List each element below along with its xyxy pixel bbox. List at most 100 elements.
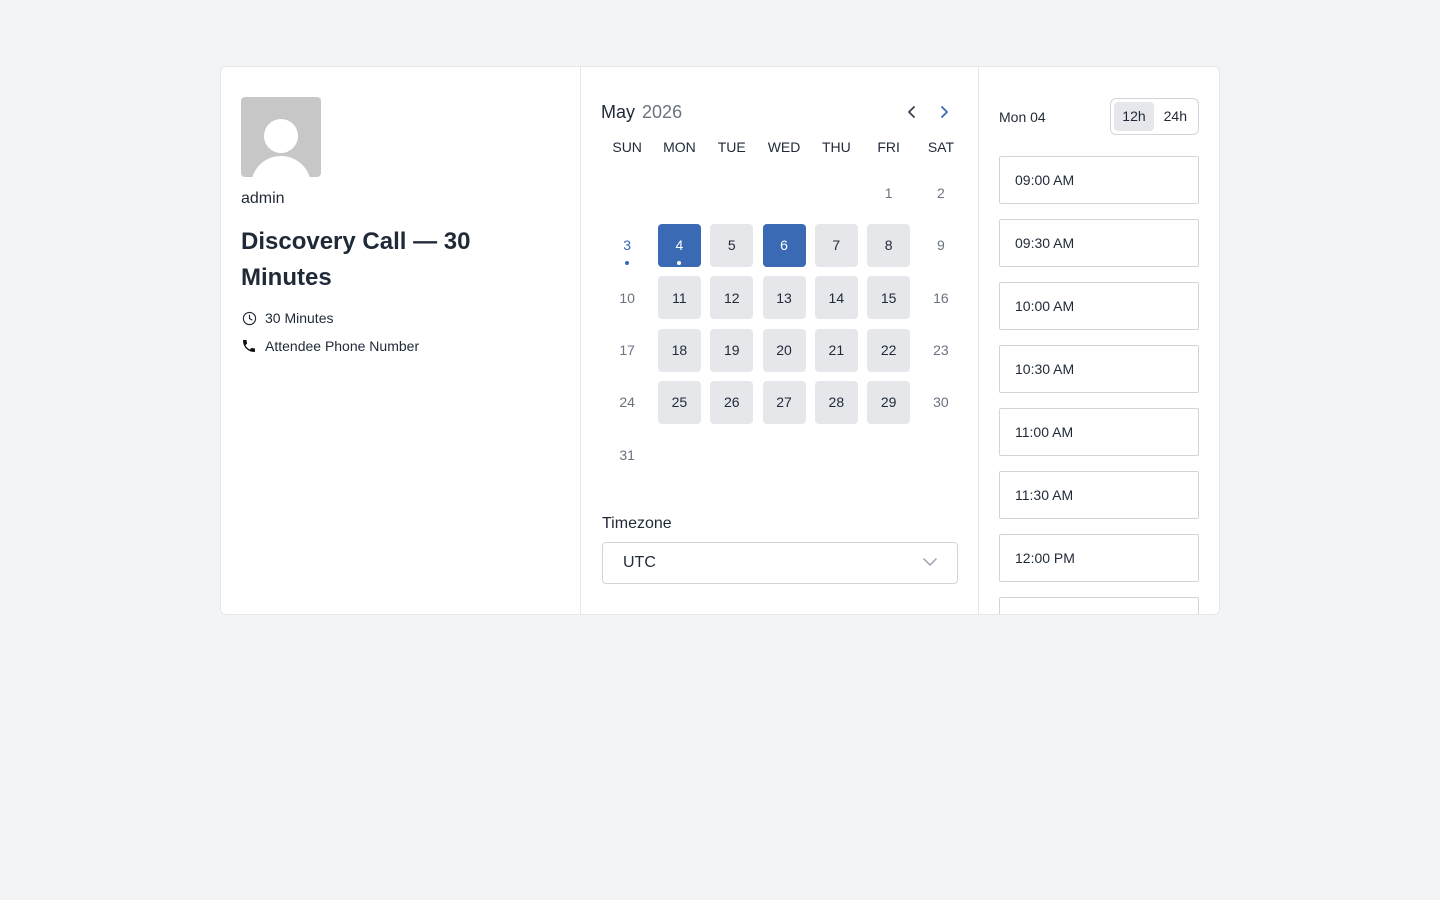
- month-header: May 2026: [601, 101, 958, 123]
- calendar-day: 2: [915, 167, 967, 219]
- calendar-day[interactable]: 13: [758, 272, 810, 324]
- calendar-day-number: 21: [814, 328, 858, 372]
- calendar-day-number: 27: [762, 380, 806, 424]
- phone-icon: [241, 338, 257, 354]
- calendar-day[interactable]: 8: [862, 219, 914, 271]
- calendar-day[interactable]: 7: [810, 219, 862, 271]
- empty-day-cell: [758, 167, 810, 219]
- empty-day-cell: [653, 167, 705, 219]
- calendar-day[interactable]: 11: [653, 272, 705, 324]
- calendar-day[interactable]: 25: [653, 376, 705, 428]
- month-name: May: [601, 101, 636, 122]
- empty-day-cell: [706, 167, 758, 219]
- calendar-day-number: 2: [937, 185, 945, 202]
- time-slot-button[interactable]: 10:00 AM: [999, 282, 1199, 330]
- calendar-day[interactable]: 29: [862, 376, 914, 428]
- calendar-day-number: 19: [710, 328, 754, 372]
- clock-icon: [241, 310, 257, 326]
- calendar-day[interactable]: 12: [706, 272, 758, 324]
- month-nav: [902, 102, 954, 122]
- avatar: [241, 97, 321, 177]
- calendar-day[interactable]: 14: [810, 272, 862, 324]
- calendar-day-number: 15: [867, 276, 911, 320]
- calendar-day-number: 16: [933, 289, 949, 306]
- calendar-day-number: 18: [657, 328, 701, 372]
- time-slots-panel: Mon 04 12h 24h 09:00 AM 09:30 AM 10:00 AM 1…: [979, 67, 1219, 614]
- time-slot-button[interactable]: 12:30 PM: [999, 597, 1199, 614]
- time-slot-button[interactable]: 11:00 AM: [999, 408, 1199, 456]
- month-year: 2026: [642, 101, 683, 122]
- time-slot-button[interactable]: 09:30 AM: [999, 219, 1199, 267]
- weekday-label: TUE: [717, 139, 746, 155]
- calendar-day-number: 7: [814, 223, 858, 267]
- calendar-day-number: 23: [933, 342, 949, 359]
- time-slot-button[interactable]: 11:30 AM: [999, 471, 1199, 519]
- calendar-day: 10: [601, 272, 653, 324]
- calendar-day-number: 13: [762, 276, 806, 320]
- calendar-day[interactable]: 6: [758, 219, 810, 271]
- day-indicator-dot: [625, 260, 630, 265]
- calendar-day: 3: [601, 219, 653, 271]
- time-slot-button[interactable]: 10:30 AM: [999, 345, 1199, 393]
- calendar-day-number: 17: [619, 342, 635, 359]
- weekday-label: THU: [821, 139, 851, 155]
- selected-date: Mon 04: [999, 108, 1046, 125]
- calendar-day-number: 4: [657, 223, 701, 267]
- empty-day-cell: [810, 167, 862, 219]
- calendar-day[interactable]: 15: [862, 272, 914, 324]
- days-grid: 1 2 3 4 5 6 7 8 9 10 11 12 13 14 15 16 17 18 19 20 21 22 23 24 2…: [601, 167, 958, 481]
- timezone-label: Timezone: [602, 515, 672, 532]
- weekday-header: SUN MON TUE WED THU FRI SAT: [601, 137, 958, 157]
- weekday-label: SUN: [612, 139, 642, 155]
- event-title: Discovery Call — 30 Minutes: [241, 228, 471, 291]
- calendar-day[interactable]: 27: [758, 376, 810, 428]
- weekday-label: SAT: [927, 139, 955, 155]
- month-label: May 2026: [601, 102, 682, 123]
- calendar-day[interactable]: 19: [706, 324, 758, 376]
- time-format-toggle: 12h 24h: [1110, 98, 1199, 135]
- calendar-day: 9: [915, 219, 967, 271]
- duration-row: 30 Minutes: [241, 310, 560, 326]
- calendar-day[interactable]: 28: [810, 376, 862, 428]
- event-info-panel: admin Discovery Call — 30 Minutes 30 Min…: [221, 67, 581, 614]
- chevron-left-icon[interactable]: [902, 102, 922, 122]
- calendar-day[interactable]: 18: [653, 324, 705, 376]
- calendar-day-number: 20: [762, 328, 806, 372]
- format-24h-button[interactable]: 24h: [1156, 102, 1195, 131]
- weekday-label: WED: [767, 139, 801, 155]
- calendar-day-number: 29: [867, 380, 911, 424]
- calendar-day-number: 22: [867, 328, 911, 372]
- time-slot-button[interactable]: 09:00 AM: [999, 156, 1199, 204]
- calendar-day-number: 1: [884, 185, 893, 202]
- calendar-day: 23: [915, 324, 967, 376]
- calendar-day[interactable]: 20: [758, 324, 810, 376]
- avatar-body-shape: [251, 156, 311, 177]
- time-slot-button[interactable]: 12:00 PM: [999, 534, 1199, 582]
- location-text: Attendee Phone Number: [265, 338, 420, 354]
- calendar-day[interactable]: 21: [810, 324, 862, 376]
- timezone-select[interactable]: UTC: [602, 542, 958, 584]
- calendar-day-number: 9: [937, 237, 945, 254]
- calendar-day[interactable]: 22: [862, 324, 914, 376]
- timezone-value: UTC: [623, 554, 656, 571]
- calendar-day-number: 24: [619, 394, 635, 411]
- calendar-day: 16: [915, 272, 967, 324]
- calendar-day-number: 8: [867, 223, 911, 267]
- calendar-day-number: 30: [933, 394, 949, 411]
- weekday-label: FRI: [877, 139, 900, 155]
- avatar-head-shape: [264, 119, 298, 153]
- booking-card: admin Discovery Call — 30 Minutes 30 Min…: [220, 66, 1220, 615]
- calendar-day[interactable]: 26: [706, 376, 758, 428]
- slots-header: Mon 04 12h 24h: [999, 97, 1199, 136]
- calendar-day-number: 12: [710, 276, 754, 320]
- calendar-day[interactable]: 5: [706, 219, 758, 271]
- calendar-day: 17: [601, 324, 653, 376]
- chevron-right-icon[interactable]: [934, 102, 954, 122]
- calendar-day: 24: [601, 376, 653, 428]
- duration-text: 30 Minutes: [265, 310, 334, 326]
- calendar-day-number: 5: [710, 223, 754, 267]
- calendar-day: 1: [862, 167, 914, 219]
- calendar-day-number: 10: [619, 289, 635, 306]
- format-12h-button[interactable]: 12h: [1114, 102, 1154, 131]
- calendar-day[interactable]: 4: [653, 219, 705, 271]
